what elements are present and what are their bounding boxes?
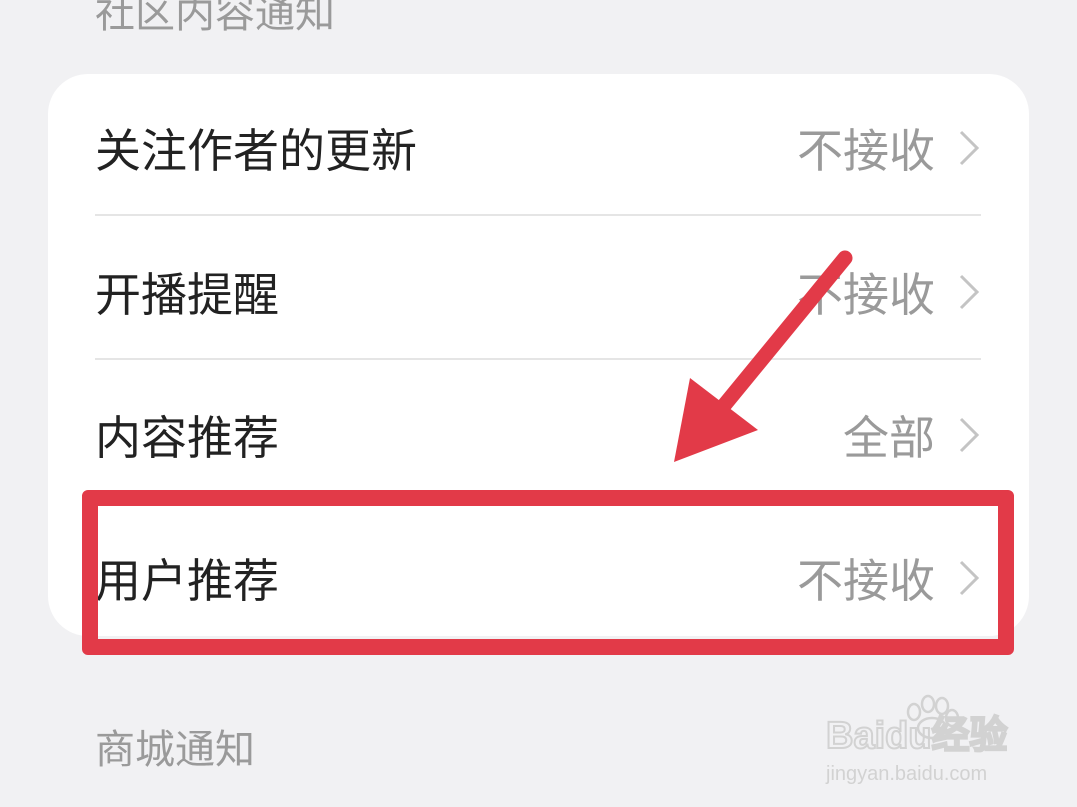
setting-label: 开播提醒 (95, 268, 279, 322)
chevron-right-icon (959, 417, 980, 453)
setting-value: 不接收 (797, 268, 935, 322)
row-divider (95, 214, 981, 216)
chevron-right-icon (959, 274, 980, 310)
setting-label: 内容推荐 (95, 411, 279, 465)
baidu-jingyan-watermark: Baidu经验 jingyan.baidu.com (825, 694, 1009, 785)
chevron-right-icon (959, 560, 980, 596)
setting-label: 用户推荐 (95, 554, 279, 608)
chevron-right-icon (959, 130, 980, 166)
setting-value: 全部 (843, 411, 935, 465)
svg-text:Baidu经验: Baidu经验 (826, 715, 1008, 757)
setting-row-content-recommendation[interactable]: 内容推荐 全部 (95, 363, 981, 507)
svg-text:jingyan.baidu.com: jingyan.baidu.com (825, 763, 987, 785)
setting-row-user-recommendation[interactable]: 用户推荐 不接收 (95, 506, 981, 650)
community-notification-settings-card: 关注作者的更新 不接收 开播提醒 不接收 内容推荐 全部 用户推荐 不接收 (48, 74, 1029, 636)
setting-label: 关注作者的更新 (95, 124, 417, 178)
setting-row-live-reminder[interactable]: 开播提醒 不接收 (95, 220, 981, 364)
setting-row-follow-author-updates[interactable]: 关注作者的更新 不接收 (95, 76, 981, 220)
setting-value: 不接收 (797, 124, 935, 178)
row-divider (95, 358, 981, 360)
section-title-mall: 商城通知 (95, 727, 255, 773)
setting-value: 不接收 (797, 554, 935, 608)
section-title-community: 社区内容通知 (95, 0, 335, 37)
